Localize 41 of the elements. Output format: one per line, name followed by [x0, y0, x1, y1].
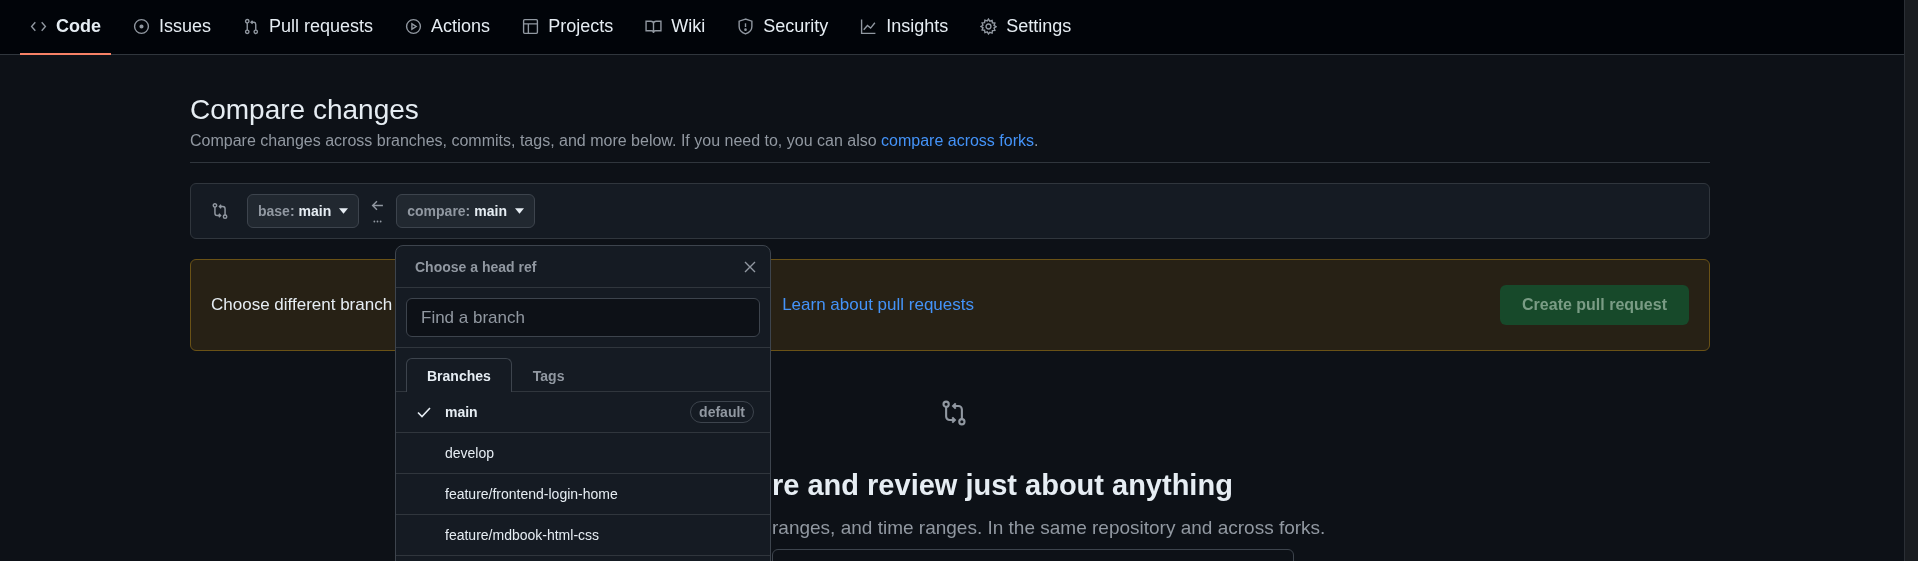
- nav-tab[interactable]: Actions: [395, 0, 501, 55]
- dropdown-tab[interactable]: Tags: [511, 358, 586, 392]
- nav-tab[interactable]: Pull requests: [233, 0, 384, 55]
- dots-icon: [373, 220, 383, 223]
- branch-item[interactable]: feature/mdbook-html-css: [396, 515, 770, 556]
- table-icon: [522, 17, 540, 35]
- nav-tab[interactable]: Issues: [123, 0, 222, 55]
- flash-message: Choose different branch: [211, 295, 393, 315]
- pull-request-icon: [243, 17, 261, 35]
- settings-icon: [980, 17, 998, 35]
- page-title: Compare changes: [190, 93, 420, 127]
- blankslate-text: ranges, and time ranges. In the same repository and across forks.: [772, 517, 1326, 539]
- nav-tab[interactable]: Insights: [850, 0, 959, 55]
- blankslate-heading: re and review just about anything: [772, 468, 1233, 503]
- graph-icon: [860, 17, 878, 35]
- caret-icon: [339, 208, 349, 214]
- play-icon: [405, 17, 423, 35]
- nav-tab[interactable]: Wiki: [635, 0, 716, 55]
- branch-item[interactable]: develop: [396, 433, 770, 474]
- learn-pull-requests-link[interactable]: Learn about pull requests: [782, 295, 974, 315]
- nav-tab[interactable]: Projects: [512, 0, 624, 55]
- nav-tab[interactable]: Security: [727, 0, 839, 55]
- compare-icon: [211, 202, 229, 220]
- caret-icon: [515, 208, 524, 214]
- compare-branch-button[interactable]: compare: main: [396, 194, 535, 228]
- branch-item[interactable]: main default: [396, 392, 770, 433]
- page-description: Compare changes across branches, commits, tags, and more below. If you need to, you can also compare across forks.: [190, 132, 1040, 150]
- scrollbar[interactable]: [1904, 0, 1918, 561]
- book-icon: [645, 17, 663, 35]
- compare-forks-link[interactable]: compare across forks: [881, 132, 1034, 149]
- nav-tab[interactable]: Settings: [970, 0, 1082, 55]
- shield-icon: [737, 17, 755, 35]
- dropdown-tab[interactable]: Branches: [406, 358, 512, 392]
- dropdown-title: Choose a head ref: [415, 258, 537, 275]
- arrow-left-icon: [371, 199, 385, 212]
- compare-icon: [940, 399, 968, 427]
- search-field[interactable]: Find a branch: [406, 298, 760, 337]
- branch-item[interactable]: feature/frontend-login-home: [396, 474, 770, 515]
- nav-tab[interactable]: Code: [20, 0, 111, 55]
- base-branch-button[interactable]: base: main: [247, 194, 360, 228]
- circle-dot-icon: [133, 17, 150, 35]
